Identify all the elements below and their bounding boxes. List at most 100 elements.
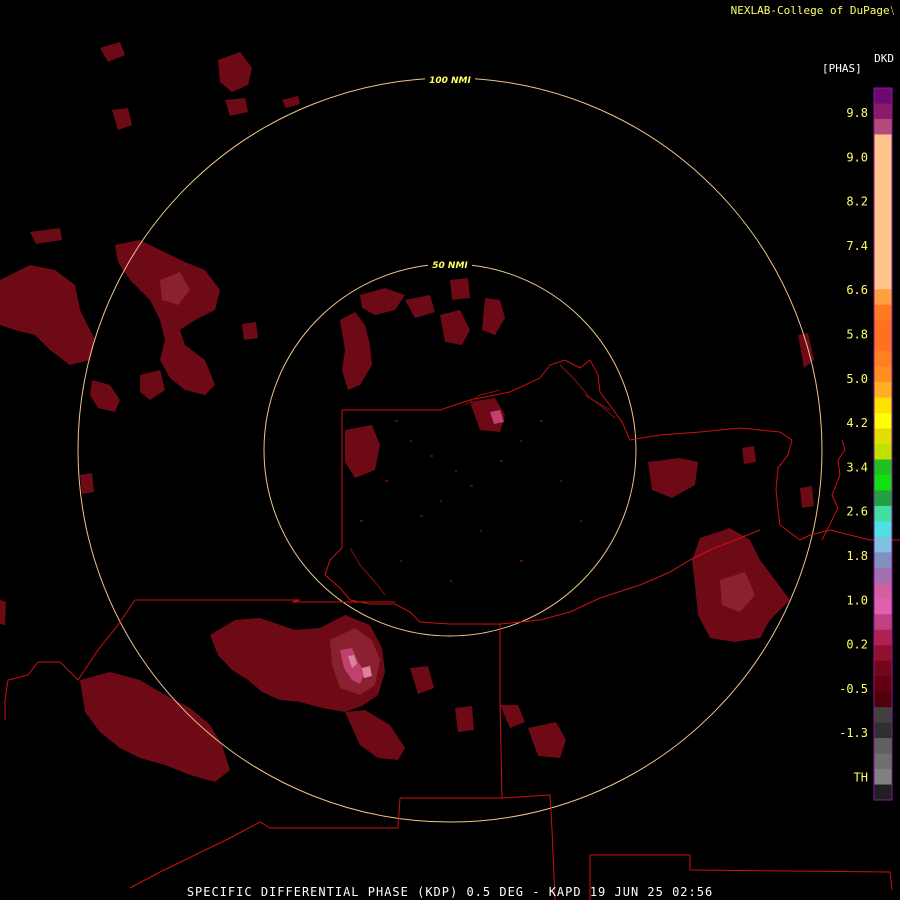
echo-region [0, 265, 95, 365]
echo-region [225, 98, 248, 116]
echo-region [90, 380, 120, 412]
legend-swatch [874, 88, 892, 104]
legend-swatch [874, 691, 892, 708]
legend-swatch [874, 598, 892, 615]
legend-swatch [874, 459, 892, 476]
clutter-dot [580, 520, 582, 522]
clutter-dot [520, 560, 523, 562]
legend-swatch [874, 397, 892, 414]
legend-tick-label: 7.4 [846, 239, 868, 253]
clutter-dot [455, 470, 457, 472]
legend-swatch [874, 211, 892, 228]
clutter-dot [440, 500, 442, 502]
clutter-dot [450, 580, 452, 582]
echo-region [112, 108, 132, 130]
legend-swatch [874, 413, 892, 430]
echo-region [340, 312, 372, 390]
legend-swatch [874, 676, 892, 693]
echo-region [455, 706, 474, 732]
echo-region [482, 298, 505, 335]
legend-swatch [874, 552, 892, 569]
legend-swatch [874, 320, 892, 337]
state-boundary [129, 797, 401, 889]
clutter-dot [420, 515, 423, 517]
legend-swatch [874, 428, 892, 445]
radar-map: 100 NMI 50 NMI 9.8 9.0 8.2 7.4 6.6 5.8 5.0 4.2 3… [0, 42, 900, 900]
legend-swatch [874, 304, 892, 321]
echo-region [30, 228, 62, 244]
legend-swatch [874, 784, 892, 801]
state-boundary [499, 624, 556, 900]
legend-tick-label: 6.6 [846, 283, 868, 297]
color-legend: 9.8 9.0 8.2 7.4 6.6 5.8 5.0 4.2 3.4 2.6 1.8 1.0 0.2 -… [839, 87, 893, 801]
clutter-dot [540, 420, 543, 422]
legend-swatch [874, 227, 892, 244]
echo-region [100, 42, 125, 62]
echo-region [140, 370, 165, 400]
echo-region [242, 322, 258, 340]
legend-tick-label: -0.5 [839, 682, 868, 696]
legend-tick-label: 5.8 [846, 328, 868, 342]
legend-swatch [874, 490, 892, 507]
legend-unit-top: DKD [874, 52, 894, 65]
echo-region [218, 52, 252, 92]
clutter-dot [385, 480, 388, 482]
echo-region [80, 672, 230, 782]
legend-swatch [874, 180, 892, 197]
radar-page: 100 NMI 50 NMI 9.8 9.0 8.2 7.4 6.6 5.8 5.0 4.2 3… [0, 0, 900, 900]
legend-swatch [874, 335, 892, 352]
county-boundary [349, 364, 616, 596]
legend-swatch [874, 629, 892, 646]
legend-tick-label: 0.2 [846, 638, 868, 652]
echo-region [80, 473, 94, 494]
echo-region [528, 722, 566, 758]
credit-label: NEXLAB-College of DuPage [730, 4, 890, 17]
legend-tick-label: 4.2 [846, 416, 868, 430]
echo-region [0, 600, 6, 625]
legend-swatch [874, 149, 892, 166]
legend-swatch [874, 474, 892, 491]
clutter-dot [560, 480, 562, 482]
legend-swatch [874, 103, 892, 120]
state-boundary [821, 439, 846, 541]
state-boundary [324, 410, 761, 625]
clutter-dot [410, 440, 412, 442]
state-boundary [135, 599, 301, 603]
legend-swatch [874, 366, 892, 383]
legend-tick-label: 2.6 [846, 505, 868, 519]
legend-tick-label: 3.4 [846, 460, 868, 474]
legend-swatch [874, 118, 892, 135]
legend-tick-label: -1.3 [839, 726, 868, 740]
legend-swatch [874, 242, 892, 259]
echo-region [405, 295, 435, 318]
legend-swatch [874, 505, 892, 522]
echo-layer [0, 42, 814, 782]
legend-tick-label: 9.0 [846, 150, 868, 164]
echo-region [282, 96, 300, 108]
legend-swatch [874, 165, 892, 182]
clutter-dot [400, 560, 402, 562]
credit-text: NEXLAB-College of DuPage⧹ [731, 4, 894, 17]
echo-region [115, 240, 220, 395]
cod-logo-icon: ⧹ [890, 6, 894, 17]
legend-swatch [874, 753, 892, 770]
legend-tick-label: 1.8 [846, 549, 868, 563]
legend-swatch [874, 614, 892, 631]
clutter-layer [360, 420, 582, 582]
legend-unit-bottom: [PHAS] [822, 62, 862, 75]
echo-region [440, 310, 470, 345]
clutter-dot [470, 485, 473, 487]
echo-region [648, 458, 698, 498]
clutter-dot [480, 530, 482, 532]
echo-region [345, 710, 405, 760]
legend-tick-label: 8.2 [846, 195, 868, 209]
echo-region [450, 278, 470, 300]
legend-swatch [874, 444, 892, 460]
ring-label-50: 50 NMI [432, 261, 468, 271]
legend-swatch [874, 351, 892, 368]
legend-swatch [874, 583, 892, 600]
legend-tick-label: 1.0 [846, 593, 868, 607]
ring-label-100: 100 NMI [429, 76, 471, 86]
legend-swatch [874, 722, 892, 739]
legend-swatch [874, 258, 892, 275]
